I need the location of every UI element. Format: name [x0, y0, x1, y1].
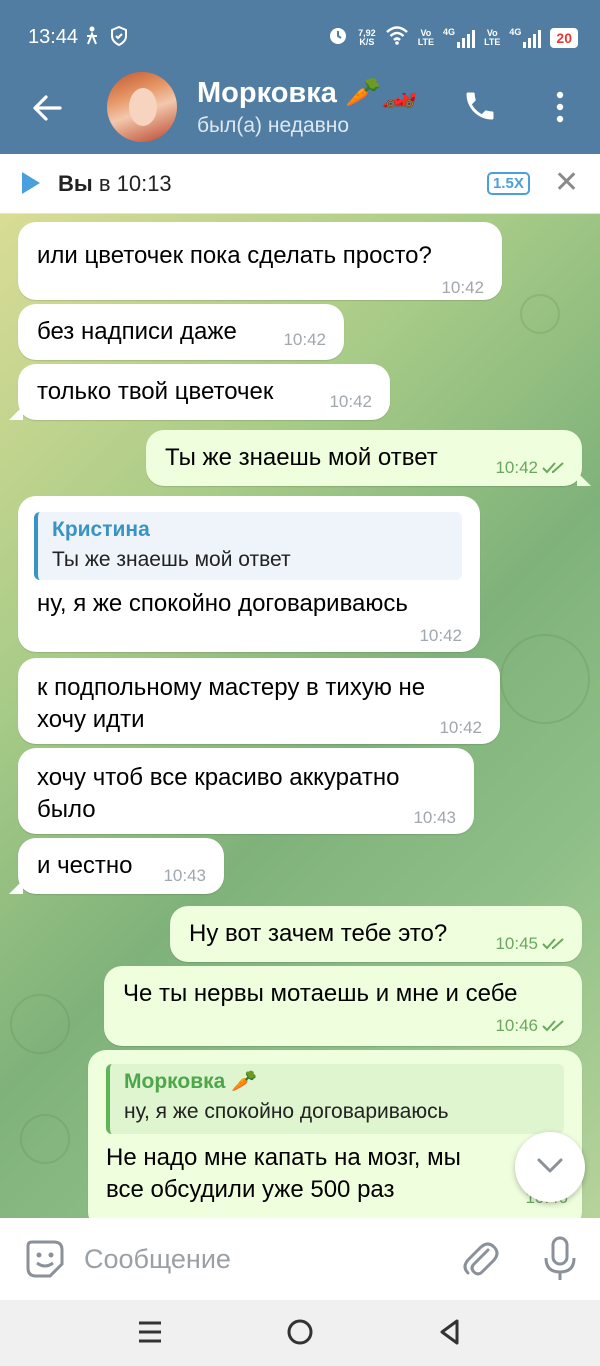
reply-quote[interactable]: Морковка 🥕 ну, я же спокойно договариваю…	[106, 1064, 564, 1134]
signal-2-icon: 4G	[509, 26, 542, 48]
message-bubble-outgoing[interactable]: Морковка 🥕 ну, я же спокойно договариваю…	[88, 1050, 582, 1218]
contact-name[interactable]: Морковка 🥕🏎️	[197, 76, 417, 110]
volte-2-bottom: LTE	[484, 36, 501, 47]
phone-icon[interactable]	[462, 88, 498, 124]
message-time: 10:42	[439, 718, 482, 737]
reply-quote[interactable]: Кристина Ты же знаешь мой ответ	[34, 512, 462, 580]
chevron-down-icon	[536, 1157, 564, 1180]
double-check-icon	[542, 936, 568, 956]
network-speed: 7,92 K/S	[358, 28, 376, 47]
reply-text: Ты же знаешь мой ответ	[52, 548, 291, 571]
signal-1-icon: 4G	[443, 26, 476, 48]
doodle-icon	[10, 994, 70, 1054]
chat-area[interactable]: или цветочек пока сделать просто? 10:42 …	[0, 214, 600, 1218]
status-right: 7,92 K/S Vo LTE 4G Vo LTE 4G 20	[327, 24, 578, 51]
message-time: 10:43	[163, 866, 206, 885]
microphone-icon[interactable]	[542, 1236, 578, 1282]
shield-icon	[110, 25, 128, 51]
alarm-icon	[327, 24, 349, 51]
net-4g-1: 4G	[443, 26, 456, 37]
message-input[interactable]: Сообщение	[84, 1244, 231, 1275]
close-icon[interactable]: ✕	[554, 168, 579, 198]
message-text: Ну вот зачем тебе это?	[189, 920, 448, 947]
message-meta: 10:46	[495, 1016, 568, 1038]
speed-unit: K/S	[359, 36, 375, 47]
back-triangle-icon[interactable]	[432, 1314, 468, 1350]
message-text: Ты же знаешь мой ответ	[165, 444, 438, 471]
volte-1: Vo LTE	[417, 28, 435, 47]
chat-header: Морковка 🥕🏎️ был(а) недавно	[0, 72, 600, 154]
double-check-icon	[542, 460, 568, 480]
message-bubble[interactable]: к подпольному мастеру в тихую не хочу ид…	[18, 658, 500, 744]
message-bubble-outgoing[interactable]: Ну вот зачем тебе это? 10:45	[170, 906, 582, 962]
wifi-icon	[385, 25, 409, 50]
home-icon[interactable]	[282, 1314, 318, 1350]
player-sender: Вы	[58, 171, 93, 196]
message-text: без надписи даже	[37, 318, 237, 345]
message-text-line2: хочу идти	[37, 706, 145, 733]
message-text: и честно	[37, 852, 133, 879]
player-title: Вы в 10:13	[58, 171, 172, 197]
volte-2: Vo LTE	[484, 28, 501, 47]
double-check-icon	[542, 1018, 568, 1038]
playback-speed-button[interactable]: 1.5X	[487, 172, 530, 195]
status-time: 13:44	[28, 26, 79, 48]
message-time: 10:43	[413, 808, 456, 827]
player-time: в 10:13	[98, 171, 172, 196]
doodle-icon	[500, 634, 590, 724]
message-bubble[interactable]: хочу чтоб все красиво аккуратно было 10:…	[18, 748, 474, 834]
message-bubble[interactable]: Кристина Ты же знаешь мой ответ ну, я же…	[18, 496, 480, 652]
battery-indicator: 20	[550, 27, 578, 48]
reply-author: Морковка 🥕	[124, 1070, 258, 1093]
message-text: только твой цветочек	[37, 378, 274, 405]
message-time: 10:42	[441, 278, 484, 297]
message-text-line2: все обсудили уже 500 раз	[106, 1176, 395, 1203]
sticker-icon[interactable]	[24, 1238, 66, 1280]
message-time: 10:42	[329, 392, 372, 411]
doodle-icon	[520, 294, 560, 334]
message-text-line1: хочу чтоб все красиво аккуратно	[37, 764, 400, 791]
message-time: 10:45	[495, 934, 538, 953]
message-bubble-outgoing[interactable]: Ты же знаешь мой ответ 10:42	[146, 430, 591, 486]
status-bar: 13:44 7,92 K/S Vo LTE 4G Vo LTE 4G 20	[0, 0, 600, 76]
message-time: 10:42	[283, 330, 326, 349]
message-time: 10:42	[419, 626, 462, 645]
play-icon[interactable]	[22, 172, 40, 194]
paperclip-icon[interactable]	[460, 1238, 500, 1280]
avatar[interactable]	[107, 72, 177, 142]
more-vertical-icon[interactable]	[552, 90, 568, 124]
message-text: ну, я же спокойно договариваюсь	[37, 590, 408, 617]
message-text-line2: было	[37, 796, 96, 823]
message-text-line1: к подпольному мастеру в тихую не	[37, 674, 426, 701]
message-time: 10:42	[495, 458, 538, 477]
message-bubble[interactable]: без надписи даже 10:42	[18, 304, 344, 360]
reply-author: Кристина	[52, 518, 150, 541]
contact-status: был(а) недавно	[197, 114, 350, 137]
system-nav-bar	[0, 1300, 600, 1366]
message-meta: 10:45	[495, 934, 568, 956]
message-input-bar: Сообщение	[0, 1218, 600, 1300]
reply-text: ну, я же спокойно договариваюсь	[124, 1100, 449, 1123]
person-run-icon	[84, 26, 100, 51]
message-time: 10:46	[495, 1016, 538, 1035]
message-bubble-outgoing[interactable]: Че ты нервы мотаешь и мне и себе 10:46	[104, 966, 582, 1046]
audio-player-bar[interactable]: Вы в 10:13 1.5X ✕	[0, 154, 600, 214]
recents-icon[interactable]	[132, 1314, 168, 1350]
message-bubble[interactable]: только твой цветочек 10:42	[9, 364, 390, 420]
message-text-line1: Не надо мне капать на мозг, мы	[106, 1144, 461, 1171]
volte-1-bottom: LTE	[417, 36, 435, 47]
arrow-left-icon[interactable]	[30, 90, 66, 126]
scroll-down-button[interactable]	[515, 1132, 585, 1202]
message-meta: 10:42	[495, 458, 568, 480]
message-text: Че ты нервы мотаешь и мне и себе	[123, 980, 518, 1007]
message-text: или цветочек пока сделать просто?	[37, 242, 432, 269]
doodle-icon	[20, 1114, 70, 1164]
message-bubble[interactable]: или цветочек пока сделать просто? 10:42	[18, 222, 502, 300]
net-4g-2: 4G	[509, 26, 522, 37]
message-bubble[interactable]: и честно 10:43	[9, 838, 224, 894]
